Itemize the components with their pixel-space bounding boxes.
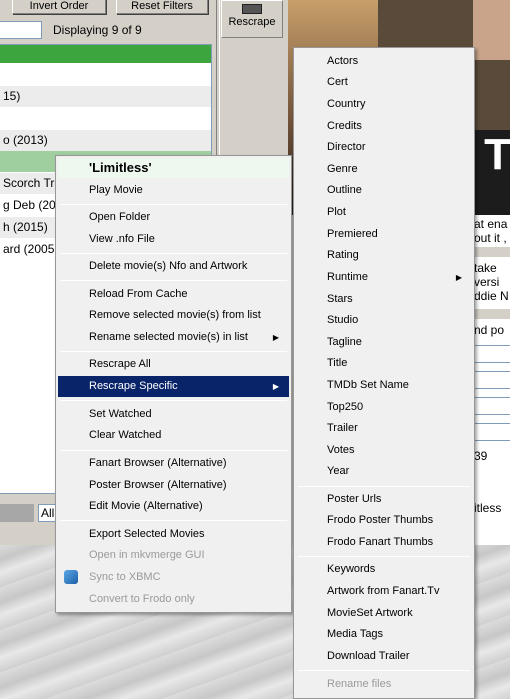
menu-separator [298, 486, 470, 487]
menu-separator [60, 351, 287, 352]
menu-separator [60, 450, 287, 451]
submenu-item-cert[interactable]: Cert [296, 72, 472, 93]
table-row[interactable]: 15) [0, 86, 211, 107]
submenu-item-top250[interactable]: Top250 [296, 397, 472, 418]
menu-item-label: Sync to XBMC [89, 571, 161, 583]
menu-item-play-movie[interactable]: Play Movie [58, 180, 289, 201]
submenu-item-trailer[interactable]: Trailer [296, 418, 472, 439]
submenu-item-poster-urls[interactable]: Poster Urls [296, 489, 472, 510]
menu-separator [60, 520, 287, 521]
votes-text: 39 [474, 449, 488, 463]
panel-gap [471, 247, 510, 257]
movie-context-menu: 'Limitless' Play Movie Open Folder View … [55, 155, 292, 613]
submenu-item-stars[interactable]: Stars [296, 289, 472, 310]
details-field[interactable] [473, 371, 510, 389]
submenu-item-keywords[interactable]: Keywords [296, 559, 472, 580]
submenu-item-premiered[interactable]: Premiered [296, 224, 472, 245]
submenu-item-credits[interactable]: Credits [296, 116, 472, 137]
menu-separator [60, 253, 287, 254]
search-field[interactable] [0, 21, 42, 39]
menu-separator [60, 204, 287, 205]
menu-separator [298, 556, 470, 557]
submenu-item-director[interactable]: Director [296, 137, 472, 158]
submenu-item-title[interactable]: Title [296, 353, 472, 374]
tagline-text: nd po [474, 323, 505, 337]
table-row[interactable] [0, 108, 211, 129]
menu-item-open-folder[interactable]: Open Folder [58, 207, 289, 228]
submenu-item-frodo-fanart-thumbs[interactable]: Frodo Fanart Thumbs [296, 532, 472, 553]
table-row[interactable]: o (2013) [0, 130, 211, 151]
menu-item-clear-watched[interactable]: Clear Watched [58, 425, 289, 446]
rescrape-specific-submenu: Actors Cert Country Credits Director Gen… [293, 47, 475, 699]
rescrape-button[interactable]: Rescrape [221, 0, 283, 38]
menu-item-convert-frodo: Convert to Frodo only [89, 593, 195, 605]
invert-order-button[interactable]: Invert Order [12, 0, 106, 14]
details-field[interactable] [473, 423, 510, 441]
list-header-row[interactable] [0, 45, 211, 63]
submenu-item-plot[interactable]: Plot [296, 202, 472, 223]
reset-filters-button[interactable]: Reset Filters [116, 0, 208, 14]
menu-item-label: Rename selected movie(s) in list [89, 331, 248, 343]
submenu-item-rating[interactable]: Rating [296, 245, 472, 266]
rescrape-label: Rescrape [228, 16, 276, 28]
menu-item-export-selected[interactable]: Export Selected Movies [58, 524, 289, 545]
outline-text-line: versi [474, 275, 500, 289]
submenu-item-artwork-fanart-tv[interactable]: Artwork from Fanart.Tv [296, 581, 472, 602]
panel-gap [471, 309, 510, 319]
context-menu-title: 'Limitless' [58, 158, 289, 178]
submenu-item-tmdb-set-name[interactable]: TMDb Set Name [296, 375, 472, 396]
details-field[interactable] [473, 397, 510, 415]
submenu-item-country[interactable]: Country [296, 94, 472, 115]
filter-swatch [0, 504, 34, 522]
outline-text-line: ddie N [474, 289, 509, 303]
menu-item-poster-browser[interactable]: Poster Browser (Alternative) [58, 475, 289, 496]
menu-item-sync-xbmc: Sync to XBMC [58, 567, 289, 588]
menu-item-view-nfo[interactable]: View .nfo File [58, 229, 289, 250]
submenu-item-movieset-artwork[interactable]: MovieSet Artwork [296, 603, 472, 624]
details-panel: at ena out it , take versi ddie N nd po … [470, 215, 510, 545]
menu-item-set-watched[interactable]: Set Watched [58, 404, 289, 425]
kodi-icon [64, 570, 78, 584]
details-field[interactable] [473, 345, 510, 363]
filename-text: itless [474, 501, 502, 515]
submenu-item-year[interactable]: Year [296, 461, 472, 482]
submenu-item-votes[interactable]: Votes [296, 440, 472, 461]
submenu-arrow-icon: ▶ [272, 382, 279, 391]
menu-separator [298, 670, 470, 671]
menu-item-label: Rescrape Specific [89, 380, 178, 392]
menu-item-delete-nfo-artwork[interactable]: Delete movie(s) Nfo and Artwork [58, 256, 289, 277]
menu-item-label: Runtime [327, 271, 368, 283]
submenu-arrow-icon: ▶ [272, 333, 279, 342]
menu-item-rescrape-all[interactable]: Rescrape All [58, 354, 289, 375]
displaying-count: Displaying 9 of 9 [53, 23, 142, 37]
rescrape-icon [242, 4, 262, 14]
menu-item-edit-movie[interactable]: Edit Movie (Alternative) [58, 496, 289, 517]
submenu-item-actors[interactable]: Actors [296, 51, 472, 72]
submenu-item-media-tags[interactable]: Media Tags [296, 624, 472, 645]
menu-item-fanart-browser[interactable]: Fanart Browser (Alternative) [58, 453, 289, 474]
menu-item-remove-selected[interactable]: Remove selected movie(s) from list [58, 305, 289, 326]
poster-face-art [473, 0, 510, 60]
submenu-item-outline[interactable]: Outline [296, 180, 472, 201]
menu-item-open-mkvmerge: Open in mkvmerge GUI [89, 549, 205, 561]
table-row[interactable] [0, 63, 211, 84]
submenu-item-runtime[interactable]: Runtime ▶ [296, 267, 472, 288]
menu-item-rename-selected[interactable]: Rename selected movie(s) in list ▶ [58, 327, 289, 348]
submenu-item-studio[interactable]: Studio [296, 310, 472, 331]
menu-item-rescrape-specific[interactable]: Rescrape Specific ▶ [58, 376, 289, 397]
outline-text-line: take [474, 261, 497, 275]
plot-text-line: at ena [474, 217, 508, 231]
menu-item-reload-cache[interactable]: Reload From Cache [58, 284, 289, 305]
submenu-item-tagline[interactable]: Tagline [296, 332, 472, 353]
menu-separator [60, 400, 287, 401]
submenu-item-frodo-poster-thumbs[interactable]: Frodo Poster Thumbs [296, 510, 472, 531]
submenu-item-rename-files: Rename files [327, 678, 392, 690]
submenu-arrow-icon: ▶ [455, 273, 462, 282]
submenu-item-genre[interactable]: Genre [296, 159, 472, 180]
menu-separator [60, 280, 287, 281]
submenu-item-download-trailer[interactable]: Download Trailer [296, 646, 472, 667]
plot-text-line: out it , [474, 231, 507, 245]
